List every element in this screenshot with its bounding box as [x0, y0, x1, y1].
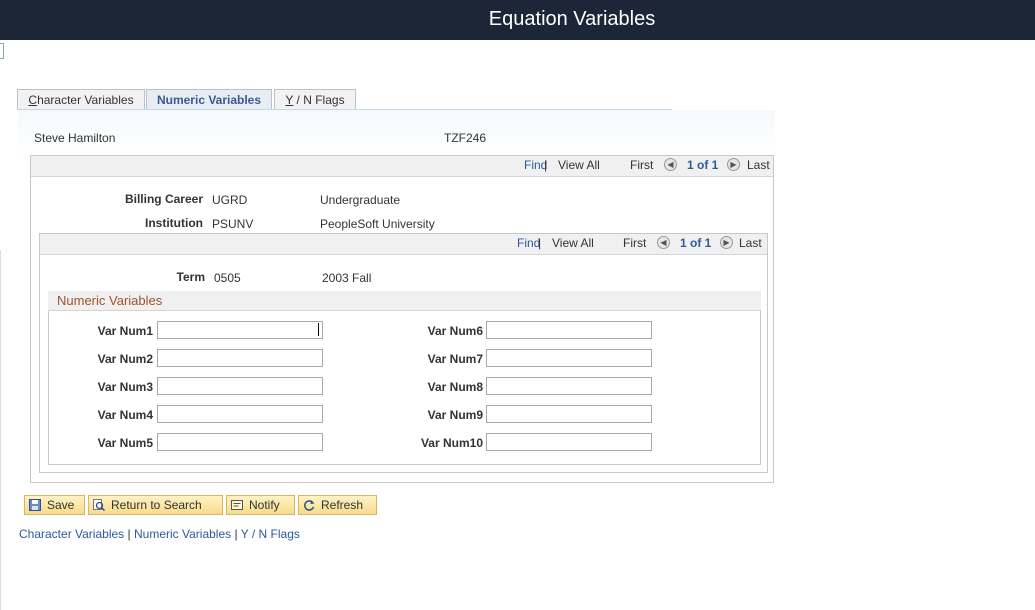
nav2-prev-icon[interactable]: ◀ — [657, 236, 670, 249]
var-num2-input[interactable] — [157, 349, 323, 367]
var-num10-input[interactable] — [486, 433, 652, 451]
group-title: Numeric Variables — [57, 293, 163, 308]
var-num8-input[interactable] — [486, 377, 652, 395]
billing-career-label: Billing Career — [124, 192, 203, 206]
footer-separator: | — [234, 527, 238, 541]
var-num4-input[interactable] — [157, 405, 323, 423]
tab-character-label: haracter Variables — [37, 93, 134, 107]
nav1-next-icon[interactable]: ▶ — [727, 158, 740, 171]
search-icon — [93, 498, 106, 512]
person-name: Steve Hamilton — [34, 131, 116, 145]
nav1-count: 1 of 1 — [687, 158, 719, 172]
nav2-separator: | — [538, 236, 542, 250]
nav1-separator: | — [544, 158, 548, 172]
term-label: Term — [176, 270, 205, 284]
nav2-count: 1 of 1 — [680, 236, 712, 250]
nav2-next-icon[interactable]: ▶ — [720, 236, 733, 249]
save-icon — [29, 498, 41, 511]
nav1-first: First — [630, 158, 654, 172]
tab-character-variables[interactable]: Character Variables — [17, 89, 145, 110]
footer-link-yn-flags[interactable]: Y / N Flags — [241, 527, 300, 541]
var-num7-label: Var Num7 — [427, 352, 483, 366]
billing-career-desc: Undergraduate — [320, 193, 401, 207]
left-divider — [0, 250, 1, 610]
notify-button[interactable]: Notify — [226, 495, 295, 515]
tab-yn-label: / N Flags — [293, 93, 345, 107]
return-button-label: Return to Search — [111, 498, 202, 512]
var-num8-label: Var Num8 — [427, 380, 483, 394]
nav1-last: Last — [747, 158, 770, 172]
institution-code: PSUNV — [212, 217, 254, 231]
nav2-last: Last — [739, 236, 762, 250]
header-shade — [18, 110, 775, 160]
institution-label: Institution — [145, 216, 203, 230]
var-num3-input[interactable] — [157, 377, 323, 395]
nav2-first: First — [623, 236, 647, 250]
var-num6-input[interactable] — [486, 321, 652, 339]
var-num9-input[interactable] — [486, 405, 652, 423]
var-num1-input[interactable] — [157, 321, 323, 339]
left-edge-handle — [0, 43, 4, 59]
notify-button-label: Notify — [249, 498, 280, 512]
tab-numeric-variables[interactable]: Numeric Variables — [146, 89, 272, 110]
return-to-search-button[interactable]: Return to Search — [88, 495, 223, 515]
term-code: 0505 — [214, 271, 241, 285]
notify-icon — [231, 498, 243, 510]
footer-links: Character Variables | Numeric Variables … — [19, 527, 300, 541]
var-num9-label: Var Num9 — [427, 408, 483, 422]
footer-link-numeric-variables[interactable]: Numeric Variables — [134, 527, 231, 541]
nav2-view-all[interactable]: View All — [552, 236, 594, 250]
var-num4-label: Var Num4 — [97, 408, 153, 422]
billing-career-code: UGRD — [212, 193, 248, 207]
save-button-label: Save — [47, 498, 75, 512]
refresh-icon — [303, 498, 315, 511]
nav2-find[interactable]: Find — [517, 236, 540, 250]
page-title: Equation Variables — [488, 8, 656, 30]
var-num10-label: Var Num10 — [420, 436, 483, 450]
var-num1-label: Var Num1 — [97, 324, 153, 338]
footer-separator: | — [127, 527, 131, 541]
save-button[interactable]: Save — [24, 495, 85, 515]
refresh-button-label: Refresh — [321, 498, 364, 512]
nav1-view-all[interactable]: View All — [558, 158, 600, 172]
var-num7-input[interactable] — [486, 349, 652, 367]
person-id: TZF246 — [444, 131, 487, 145]
var-num5-input[interactable] — [157, 433, 323, 451]
var-num5-label: Var Num5 — [97, 436, 153, 450]
tab-character-accesskey: C — [28, 93, 38, 107]
var-num6-label: Var Num6 — [427, 324, 483, 338]
refresh-button[interactable]: Refresh — [298, 495, 377, 515]
var-num3-label: Var Num3 — [97, 380, 153, 394]
tab-yn-flags[interactable]: Y / N Flags — [274, 89, 356, 110]
institution-desc: PeopleSoft University — [320, 217, 435, 231]
nav1-prev-icon[interactable]: ◀ — [664, 158, 677, 171]
text-cursor — [318, 323, 319, 336]
page-header: Equation Variables — [0, 0, 1035, 40]
var-num2-label: Var Num2 — [97, 352, 153, 366]
footer-link-character-variables[interactable]: Character Variables — [19, 527, 124, 541]
tab-numeric-label: Numeric Variables — [156, 93, 262, 107]
billing-nav-bar — [31, 156, 773, 177]
term-desc: 2003 Fall — [322, 271, 372, 285]
